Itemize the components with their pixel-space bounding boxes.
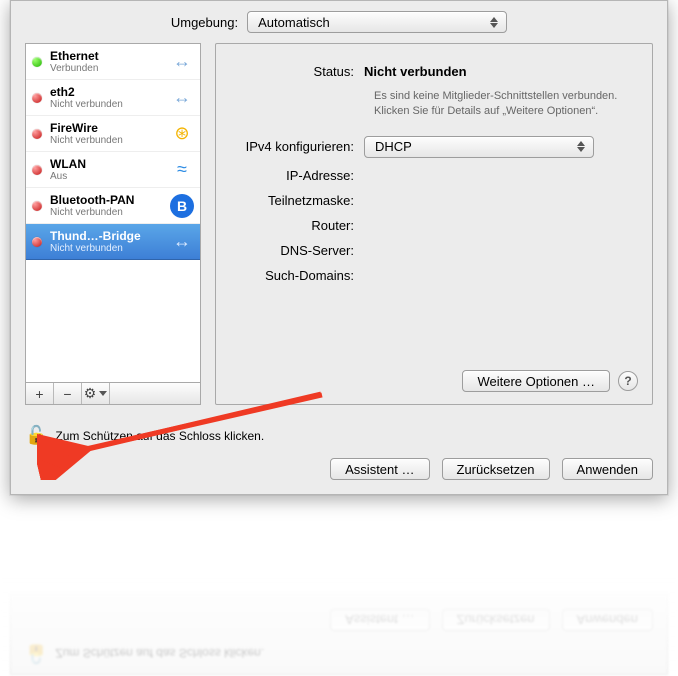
dns-label: DNS-Server: <box>234 243 364 258</box>
chevron-down-icon <box>99 391 107 396</box>
interface-status: Nicht verbunden <box>50 207 170 218</box>
ipv4-label: IPv4 konfigurieren: <box>234 139 364 154</box>
net-arrows-icon: ↔ <box>170 50 194 74</box>
interface-name: FireWire <box>50 121 170 135</box>
interfaces-list: Ethernet Verbunden ↔ eth2 Nicht verbunde… <box>25 43 201 383</box>
interface-row[interactable]: Thund…-Bridge Nicht verbunden ↔ <box>26 224 200 260</box>
reset-button[interactable]: Zurücksetzen <box>442 458 550 480</box>
status-dot-icon <box>32 93 42 103</box>
firewire-icon: ⊛ <box>170 122 194 146</box>
apply-button[interactable]: Anwenden <box>562 458 653 480</box>
interfaces-sidebar: Ethernet Verbunden ↔ eth2 Nicht verbunde… <box>25 43 201 405</box>
search-domains-label: Such-Domains: <box>234 268 364 283</box>
gear-icon: ⚙ <box>84 385 97 402</box>
remove-interface-button[interactable]: − <box>54 383 82 404</box>
wifi-icon: ≈ <box>170 158 194 182</box>
bluetooth-icon: B <box>170 194 194 218</box>
status-value: Nicht verbunden <box>364 64 634 79</box>
router-label: Router: <box>234 218 364 233</box>
interface-name: Ethernet <box>50 49 170 63</box>
detail-panel: Status: Nicht verbunden Es sind keine Mi… <box>215 43 653 405</box>
interface-row[interactable]: Bluetooth-PAN Nicht verbunden B <box>26 188 200 224</box>
status-dot-icon <box>32 201 42 211</box>
lock-icon[interactable]: 🔓 <box>25 425 47 446</box>
interface-name: eth2 <box>50 85 170 99</box>
status-hint: Es sind keine Mitglieder-Schnittstellen … <box>374 89 634 120</box>
assistant-button[interactable]: Assistent … <box>330 458 429 480</box>
status-dot-icon <box>32 237 42 247</box>
interface-status: Verbunden <box>50 63 170 74</box>
select-arrows-icon <box>575 141 587 152</box>
interface-name: Bluetooth-PAN <box>50 193 170 207</box>
select-arrows-icon <box>488 17 500 28</box>
status-label: Status: <box>234 64 364 79</box>
net-arrows-icon: ↔ <box>170 86 194 110</box>
subnet-label: Teilnetzmaske: <box>234 193 364 208</box>
interface-row[interactable]: Ethernet Verbunden ↔ <box>26 44 200 80</box>
interface-name: Thund…-Bridge <box>50 229 170 243</box>
ipv4-select[interactable]: DHCP <box>364 136 594 158</box>
ipv4-value: DHCP <box>375 139 412 154</box>
net-arrows-icon: ↔ <box>170 230 194 254</box>
status-dot-icon <box>32 129 42 139</box>
interface-status: Nicht verbunden <box>50 243 170 254</box>
location-value: Automatisch <box>258 15 330 30</box>
interface-row[interactable]: eth2 Nicht verbunden ↔ <box>26 80 200 116</box>
interface-row[interactable]: WLAN Aus ≈ <box>26 152 200 188</box>
interface-status: Aus <box>50 171 170 182</box>
interface-status: Nicht verbunden <box>50 99 170 110</box>
status-dot-icon <box>32 165 42 175</box>
sidebar-toolbar: + − ⚙ <box>25 383 201 405</box>
lock-text: Zum Schützen auf das Schloss klicken. <box>55 429 264 443</box>
status-dot-icon <box>32 57 42 67</box>
interface-status: Nicht verbunden <box>50 135 170 146</box>
location-select[interactable]: Automatisch <box>247 11 507 33</box>
help-button[interactable]: ? <box>618 371 638 391</box>
more-options-button[interactable]: Weitere Optionen … <box>462 370 610 392</box>
gear-menu-button[interactable]: ⚙ <box>82 383 110 404</box>
ip-label: IP-Adresse: <box>234 168 364 183</box>
interface-name: WLAN <box>50 157 170 171</box>
interface-row[interactable]: FireWire Nicht verbunden ⊛ <box>26 116 200 152</box>
add-interface-button[interactable]: + <box>26 383 54 404</box>
location-label: Umgebung: <box>171 15 238 30</box>
